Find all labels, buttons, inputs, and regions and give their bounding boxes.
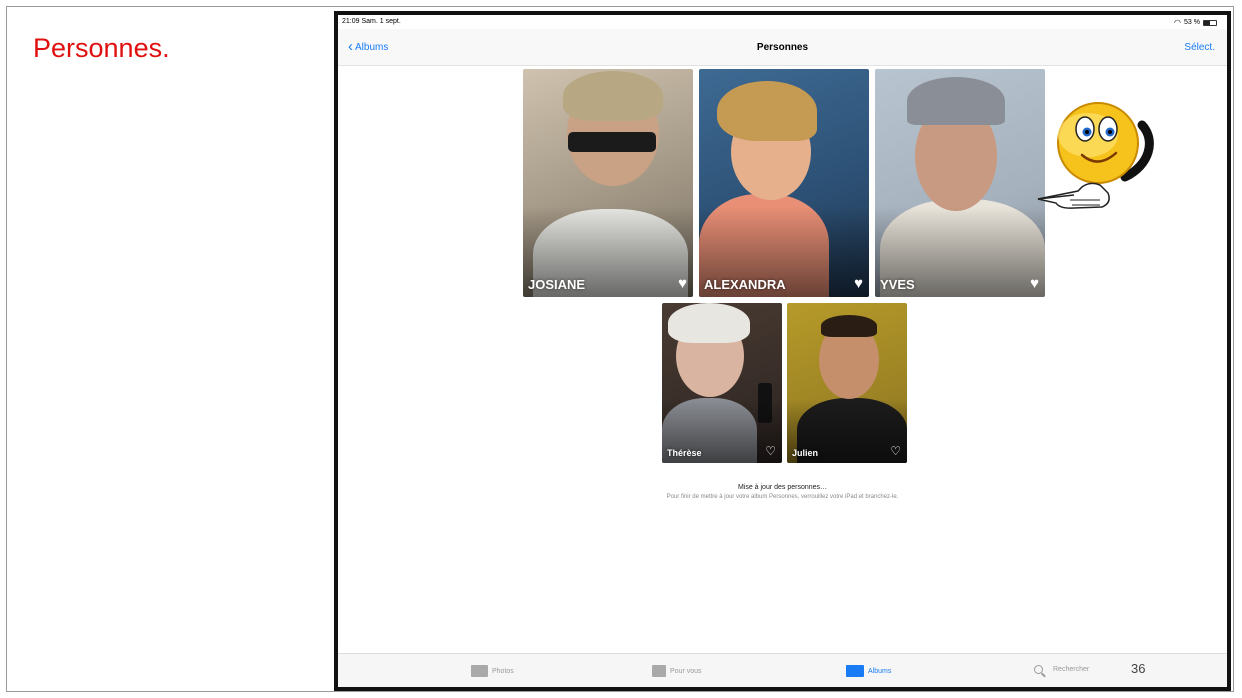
heart-outline-icon[interactable]: ♡ xyxy=(765,444,776,458)
status-bar: 21:09 Sam. 1 sept. ◠ 53 % xyxy=(338,15,1227,29)
albums-icon xyxy=(846,665,864,677)
heart-filled-icon[interactable]: ♥ xyxy=(1030,275,1039,292)
cap xyxy=(907,77,1005,125)
heart-outline-icon[interactable]: ♡ xyxy=(890,444,901,458)
tab-photos[interactable]: Photos xyxy=(471,665,514,677)
page-title: Personnes xyxy=(756,42,809,53)
select-button[interactable]: Sélect. xyxy=(1184,42,1215,53)
tab-bar: Photos Pour vous Albums Rechercher xyxy=(338,653,1227,687)
person-name: ALEXANDRA xyxy=(704,277,786,292)
photos-icon xyxy=(471,665,488,677)
wifi-icon: ◠ xyxy=(1174,18,1182,27)
heart-filled-icon[interactable]: ♥ xyxy=(678,275,687,292)
tab-label: Rechercher xyxy=(1053,666,1090,673)
person-card-therese[interactable]: Thérèse ♡ xyxy=(662,303,782,463)
update-subtitle: Pour finir de mettre à jour votre album … xyxy=(666,494,899,500)
person-card-yves[interactable]: YVES ♥ xyxy=(875,69,1045,297)
battery-icon xyxy=(1203,19,1217,26)
heart-filled-icon[interactable]: ♥ xyxy=(854,275,863,292)
tab-label: Albums xyxy=(868,667,892,675)
person-card-alexandra[interactable]: ALEXANDRA ♥ xyxy=(699,69,869,297)
person-card-josiane[interactable]: JOSIANE ♥ xyxy=(523,69,693,297)
pointing-smiley-icon xyxy=(1037,102,1154,209)
tab-pour-vous[interactable]: Pour vous xyxy=(652,665,702,677)
person-card-julien[interactable]: Julien ♡ xyxy=(787,303,907,463)
person-name: JOSIANE xyxy=(528,277,586,292)
slide-title: Personnes. xyxy=(33,33,170,63)
person-name: YVES xyxy=(880,277,915,292)
update-title: Mise à jour des personnes… xyxy=(737,484,828,491)
hair xyxy=(821,315,877,337)
tab-albums[interactable]: Albums xyxy=(846,665,891,677)
person-name: Thérèse xyxy=(667,448,702,458)
hair xyxy=(717,81,817,141)
page-number: 36 xyxy=(1131,661,1146,676)
hair xyxy=(563,71,663,121)
status-right: ◠ 53 % xyxy=(1174,18,1217,27)
status-time: 21:09 Sam. 1 sept. xyxy=(342,18,401,25)
navigation-bar: ‹ Albums Personnes Sélect. xyxy=(338,29,1227,66)
person-name: Julien xyxy=(792,448,819,458)
battery-percent: 53 % xyxy=(1184,19,1200,26)
search-icon xyxy=(1034,665,1043,674)
tab-label: Pour vous xyxy=(670,667,702,675)
tab-rechercher[interactable]: Rechercher xyxy=(1034,665,1089,674)
for-you-icon xyxy=(652,665,666,677)
sunglasses xyxy=(568,132,656,152)
hair xyxy=(668,303,750,343)
tab-label: Photos xyxy=(492,667,514,675)
